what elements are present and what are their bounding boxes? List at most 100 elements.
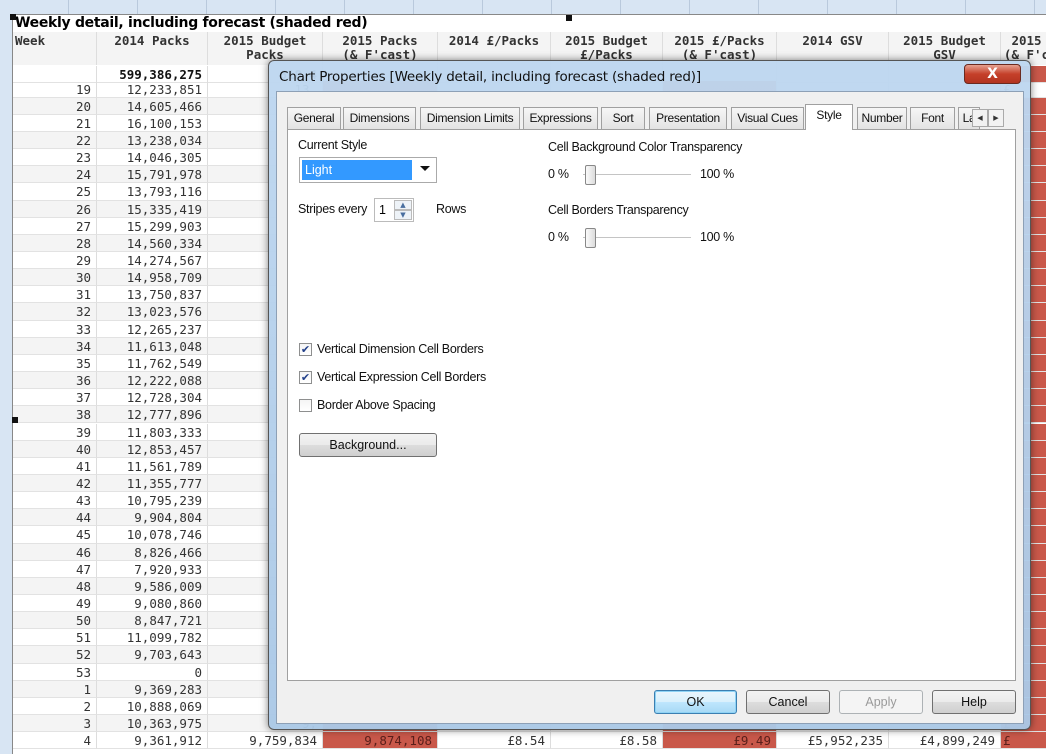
tab-font[interactable]: Font xyxy=(910,107,955,129)
week-cell[interactable]: 1 xyxy=(13,680,97,698)
packs-2014-cell[interactable]: 12,233,851 xyxy=(97,80,208,98)
packs-2014-cell[interactable]: 13,793,116 xyxy=(97,183,208,201)
week-cell[interactable]: 45 xyxy=(13,526,97,544)
tab-number[interactable]: Number xyxy=(857,107,907,129)
table-cell[interactable]: £4,899,249 xyxy=(889,732,1001,750)
packs-2014-cell[interactable]: 12,265,237 xyxy=(97,320,208,338)
close-button[interactable]: X xyxy=(964,64,1021,84)
tab-visual-cues[interactable]: Visual Cues xyxy=(731,107,804,129)
week-cell[interactable]: 51 xyxy=(13,629,97,647)
tab-scroll-left-icon[interactable]: ◀ xyxy=(972,109,988,127)
week-cell[interactable]: 46 xyxy=(13,543,97,561)
spin-down-icon[interactable]: ▼ xyxy=(394,210,412,220)
tab-presentation[interactable]: Presentation xyxy=(649,107,727,129)
week-cell[interactable]: 43 xyxy=(13,492,97,510)
week-cell[interactable]: 30 xyxy=(13,269,97,287)
week-cell[interactable]: 36 xyxy=(13,372,97,390)
packs-2014-cell[interactable]: 10,078,746 xyxy=(97,526,208,544)
packs-2014-cell[interactable]: 12,853,457 xyxy=(97,440,208,458)
week-cell[interactable]: 20 xyxy=(13,97,97,115)
week-cell[interactable]: 47 xyxy=(13,560,97,578)
table-cell[interactable]: 9,361,912 xyxy=(97,732,208,750)
packs-2014-cell[interactable]: 13,238,034 xyxy=(97,131,208,150)
week-cell[interactable]: 42 xyxy=(13,474,97,493)
checkbox-label[interactable]: Border Above Spacing xyxy=(317,398,436,412)
column-header[interactable]: Week xyxy=(13,32,97,65)
packs-2014-cell[interactable]: 13,023,576 xyxy=(97,303,208,321)
cancel-button[interactable]: Cancel xyxy=(746,690,830,714)
week-cell[interactable]: 37 xyxy=(13,389,97,407)
apply-button[interactable]: Apply xyxy=(839,690,923,714)
packs-2014-cell[interactable]: 11,762,549 xyxy=(97,354,208,373)
packs-2014-cell[interactable]: 9,586,009 xyxy=(97,577,208,595)
packs-2014-cell[interactable]: 0 xyxy=(97,663,208,681)
checkbox[interactable]: ✔ xyxy=(299,371,312,384)
week-cell[interactable]: 40 xyxy=(13,440,97,458)
packs-2014-cell[interactable]: 16,100,153 xyxy=(97,114,208,132)
week-cell[interactable]: 24 xyxy=(13,166,97,184)
packs-2014-cell[interactable]: 11,561,789 xyxy=(97,457,208,475)
packs-2014-cell[interactable]: 11,613,048 xyxy=(97,337,208,355)
table-cell[interactable]: 9,759,834 xyxy=(208,732,323,750)
selection-handle[interactable] xyxy=(566,15,572,21)
selection-handle[interactable] xyxy=(10,14,16,20)
week-cell[interactable]: 50 xyxy=(13,612,97,630)
packs-2014-cell[interactable]: 12,777,896 xyxy=(97,406,208,424)
week-cell[interactable]: 44 xyxy=(13,509,97,527)
week-cell[interactable]: 53 xyxy=(13,663,97,681)
packs-2014-cell[interactable]: 9,080,860 xyxy=(97,595,208,613)
packs-2014-cell[interactable]: 9,369,283 xyxy=(97,680,208,698)
week-cell[interactable]: 3 xyxy=(13,715,97,733)
packs-2014-cell[interactable]: 8,847,721 xyxy=(97,612,208,630)
packs-2014-cell[interactable]: 10,795,239 xyxy=(97,492,208,510)
week-cell[interactable]: 23 xyxy=(13,149,97,167)
week-cell[interactable]: 2 xyxy=(13,697,97,716)
current-style-dropdown[interactable]: Light xyxy=(299,157,437,183)
packs-2014-cell[interactable]: 11,803,333 xyxy=(97,423,208,441)
tab-sort[interactable]: Sort xyxy=(601,107,645,129)
week-cell[interactable]: 38 xyxy=(13,406,97,424)
tab-dimensions[interactable]: Dimensions xyxy=(343,107,416,129)
help-button[interactable]: Help xyxy=(932,690,1016,714)
spin-up-icon[interactable]: ▲ xyxy=(394,200,412,210)
border-transparency-slider[interactable] xyxy=(585,228,596,248)
checkbox-label[interactable]: Vertical Dimension Cell Borders xyxy=(317,342,484,356)
stripes-stepper[interactable]: 1 ▲ ▼ xyxy=(374,198,414,222)
checkbox[interactable] xyxy=(299,399,312,412)
packs-2014-cell[interactable]: 14,046,305 xyxy=(97,149,208,167)
packs-2014-cell[interactable]: 10,363,975 xyxy=(97,715,208,733)
week-cell[interactable]: 48 xyxy=(13,577,97,595)
bg-transparency-slider[interactable] xyxy=(585,165,596,185)
checkbox-label[interactable]: Vertical Expression Cell Borders xyxy=(317,370,486,384)
week-cell[interactable]: 39 xyxy=(13,423,97,441)
column-header[interactable]: 2014 Packs xyxy=(97,32,208,65)
packs-2014-cell[interactable]: 14,958,709 xyxy=(97,269,208,287)
table-cell[interactable]: £8.54 xyxy=(438,732,551,750)
tab-expressions[interactable]: Expressions xyxy=(523,107,598,129)
packs-2014-cell[interactable]: 9,703,643 xyxy=(97,646,208,664)
packs-2014-cell[interactable]: 10,888,069 xyxy=(97,697,208,716)
ok-button[interactable]: OK xyxy=(654,690,737,714)
table-cell[interactable]: 9,874,108 xyxy=(323,732,438,750)
packs-2014-cell[interactable]: 14,274,567 xyxy=(97,252,208,270)
selection-handle[interactable] xyxy=(12,417,18,423)
packs-2014-cell[interactable]: 14,605,466 xyxy=(97,97,208,115)
tab-style[interactable]: Style xyxy=(805,104,853,130)
packs-2014-cell[interactable]: 13,750,837 xyxy=(97,286,208,304)
background-button[interactable]: Background... xyxy=(299,433,437,457)
packs-2014-cell[interactable]: 9,904,804 xyxy=(97,509,208,527)
table-cell[interactable]: £9.49 xyxy=(663,732,777,750)
week-cell[interactable]: 49 xyxy=(13,595,97,613)
week-cell[interactable]: 35 xyxy=(13,354,97,373)
packs-2014-cell[interactable]: 11,355,777 xyxy=(97,474,208,493)
week-cell[interactable]: 26 xyxy=(13,200,97,218)
packs-2014-cell[interactable]: 12,222,088 xyxy=(97,372,208,390)
week-cell[interactable]: 27 xyxy=(13,217,97,235)
checkbox[interactable]: ✔ xyxy=(299,343,312,356)
week-cell[interactable]: 31 xyxy=(13,286,97,304)
packs-2014-cell[interactable]: 12,728,304 xyxy=(97,389,208,407)
packs-2014-cell[interactable]: 15,335,419 xyxy=(97,200,208,218)
packs-2014-cell[interactable]: 11,099,782 xyxy=(97,629,208,647)
packs-2014-cell[interactable]: 8,826,466 xyxy=(97,543,208,561)
week-cell[interactable]: 29 xyxy=(13,252,97,270)
